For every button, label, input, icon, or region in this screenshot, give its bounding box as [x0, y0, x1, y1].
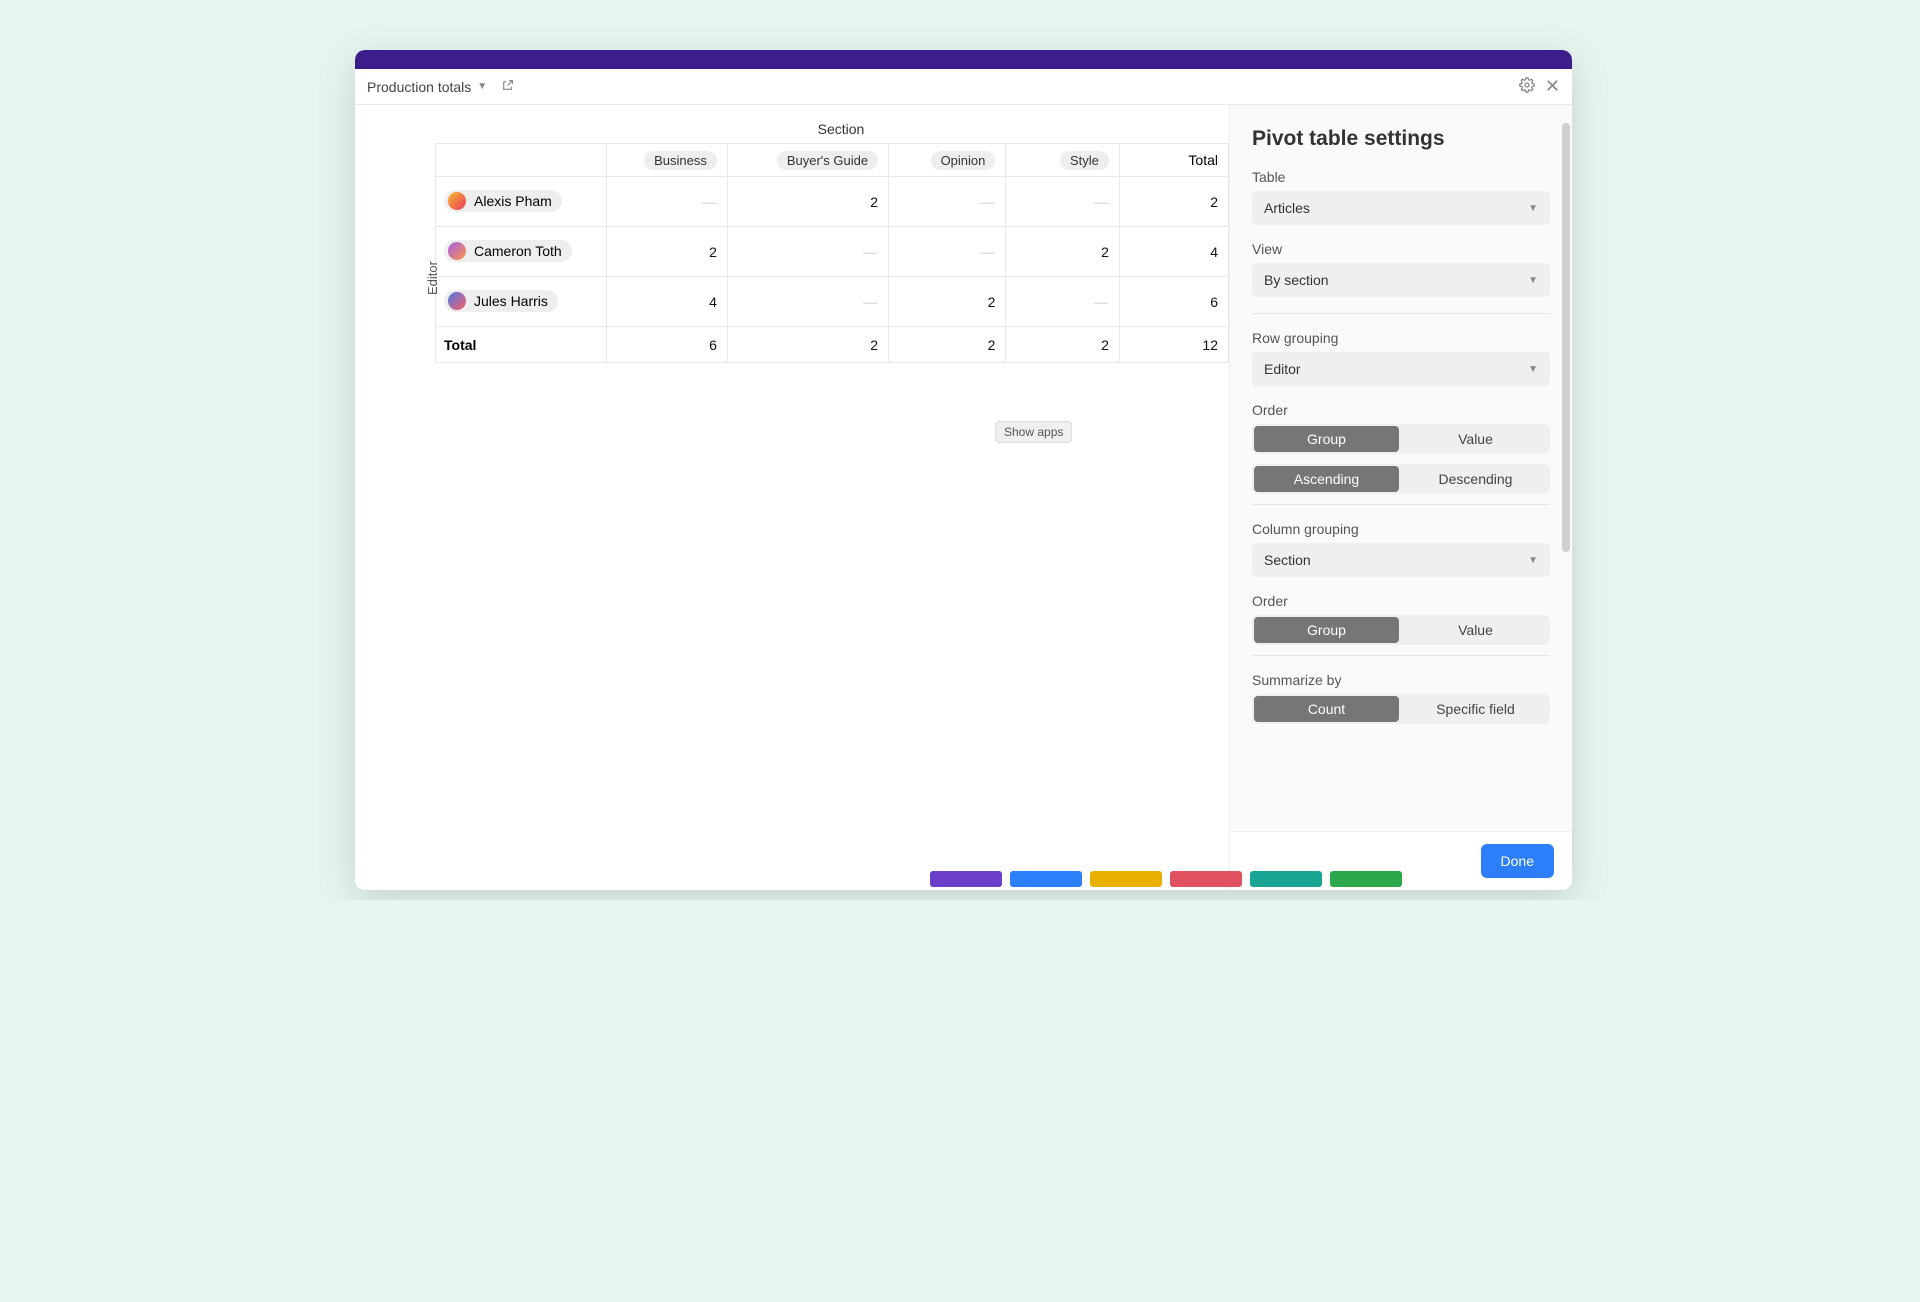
field-label: Column grouping — [1252, 521, 1550, 537]
column-header[interactable]: Buyer's Guide — [728, 143, 889, 177]
seg-option-count[interactable]: Count — [1254, 696, 1399, 722]
summarize-seg[interactable]: Count Specific field — [1252, 694, 1550, 724]
column-header[interactable]: Opinion — [889, 143, 1006, 177]
row-group-axis-label: Editor — [425, 261, 440, 295]
data-cell[interactable]: — — [728, 227, 889, 277]
field-label: Summarize by — [1252, 672, 1550, 688]
settings-scrollbar[interactable] — [1562, 123, 1570, 783]
editor-name: Cameron Toth — [474, 243, 562, 259]
row-total-cell: 4 — [1120, 227, 1229, 277]
data-cell[interactable]: 2 — [607, 227, 728, 277]
column-total-cell: 2 — [889, 327, 1006, 363]
seg-option-group[interactable]: Group — [1254, 426, 1399, 452]
totals-row-label: Total — [435, 327, 607, 363]
data-cell[interactable]: — — [889, 227, 1006, 277]
row-order-dir-seg[interactable]: Ascending Descending — [1252, 464, 1550, 494]
title-dropdown-caret-icon[interactable]: ▼ — [477, 81, 487, 92]
row-header[interactable]: Jules Harris — [435, 277, 607, 327]
seg-option-specific-field[interactable]: Specific field — [1403, 696, 1548, 722]
column-total-cell: 6 — [607, 327, 728, 363]
seg-option-value[interactable]: Value — [1403, 426, 1548, 452]
avatar — [448, 242, 466, 260]
table-row: Alexis Pham—2——2 — [435, 177, 1229, 227]
column-group-axis-label: Section — [435, 115, 1229, 143]
field-label: Table — [1252, 169, 1550, 185]
pivot-table-area: Editor Section Business Buyer's Guide — [355, 105, 1229, 890]
app-header-strip — [355, 50, 1572, 69]
table-select[interactable]: Articles▼ — [1252, 191, 1550, 225]
chevron-down-icon: ▼ — [1528, 364, 1538, 375]
chevron-down-icon: ▼ — [1528, 275, 1538, 286]
column-header[interactable]: Business — [607, 143, 728, 177]
row-header[interactable]: Cameron Toth — [435, 227, 607, 277]
row-header[interactable]: Alexis Pham — [435, 177, 607, 227]
data-cell[interactable]: 2 — [728, 177, 889, 227]
editor-name: Jules Harris — [474, 293, 548, 309]
pivot-table: Business Buyer's Guide Opinion Style Tot… — [435, 143, 1229, 363]
corner-cell — [435, 143, 607, 177]
field-label: View — [1252, 241, 1550, 257]
seg-option-descending[interactable]: Descending — [1403, 466, 1548, 492]
scrollbar-thumb[interactable] — [1562, 123, 1570, 552]
seg-option-group[interactable]: Group — [1254, 617, 1399, 643]
column-total-cell: 2 — [1006, 327, 1120, 363]
data-cell[interactable]: 4 — [607, 277, 728, 327]
chevron-down-icon: ▼ — [1528, 555, 1538, 566]
data-cell[interactable]: 2 — [1006, 227, 1120, 277]
data-cell[interactable]: — — [728, 277, 889, 327]
col-order-by-seg[interactable]: Group Value — [1252, 615, 1550, 645]
field-label: Row grouping — [1252, 330, 1550, 346]
field-label: Order — [1252, 593, 1550, 609]
grand-total-cell: 12 — [1120, 327, 1229, 363]
column-total-cell: 2 — [728, 327, 889, 363]
column-header-total: Total — [1120, 143, 1229, 177]
seg-option-value[interactable]: Value — [1403, 617, 1548, 643]
modal-title[interactable]: Production totals — [367, 79, 471, 95]
view-select[interactable]: By section▼ — [1252, 263, 1550, 297]
chevron-down-icon: ▼ — [1528, 203, 1538, 214]
gear-icon[interactable] — [1519, 77, 1535, 96]
data-cell[interactable]: — — [1006, 177, 1120, 227]
column-grouping-select[interactable]: Section▼ — [1252, 543, 1550, 577]
popout-icon[interactable] — [501, 79, 514, 95]
editor-name: Alexis Pham — [474, 193, 552, 209]
row-order-by-seg[interactable]: Group Value — [1252, 424, 1550, 454]
column-header[interactable]: Style — [1006, 143, 1120, 177]
field-label: Order — [1252, 402, 1550, 418]
settings-title: Pivot table settings — [1252, 127, 1550, 151]
table-row: Cameron Toth2——24 — [435, 227, 1229, 277]
totals-row: Total622212 — [435, 327, 1229, 363]
row-total-cell: 2 — [1120, 177, 1229, 227]
avatar — [448, 292, 466, 310]
data-cell[interactable]: 2 — [889, 277, 1006, 327]
avatar — [448, 192, 466, 210]
tooltip: Show apps — [995, 421, 1072, 443]
seg-option-ascending[interactable]: Ascending — [1254, 466, 1399, 492]
table-row: Jules Harris4—2—6 — [435, 277, 1229, 327]
pivot-modal: Production totals ▼ ✕ Editor Section — [355, 50, 1572, 890]
data-cell[interactable]: — — [1006, 277, 1120, 327]
row-grouping-select[interactable]: Editor▼ — [1252, 352, 1550, 386]
background-strip — [430, 866, 1572, 892]
row-total-cell: 6 — [1120, 277, 1229, 327]
modal-titlebar: Production totals ▼ ✕ — [355, 69, 1572, 105]
data-cell[interactable]: — — [607, 177, 728, 227]
settings-panel: Pivot table settings Table Articles▼ Vie… — [1229, 105, 1572, 890]
close-icon[interactable]: ✕ — [1545, 76, 1560, 97]
data-cell[interactable]: — — [889, 177, 1006, 227]
